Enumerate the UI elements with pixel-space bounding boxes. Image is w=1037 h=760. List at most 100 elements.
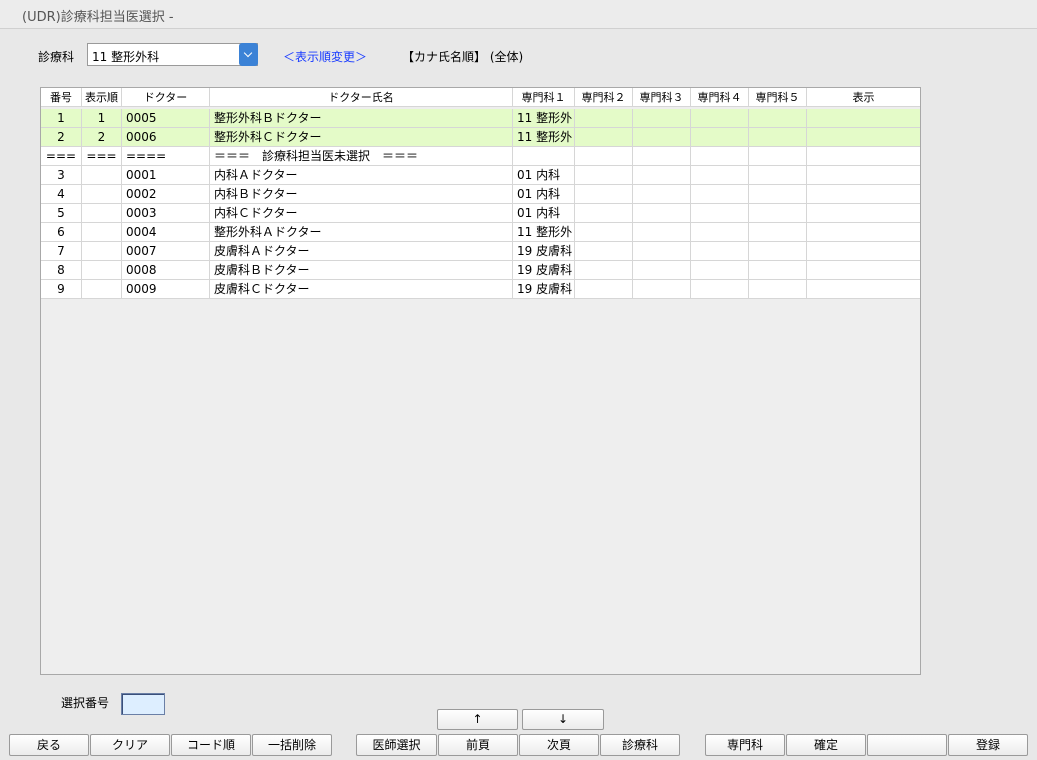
cell-specialty-4 — [691, 166, 749, 185]
scroll-down-button[interactable]: ↓ — [522, 709, 604, 730]
cell-row-number: 2 — [41, 128, 82, 147]
cell-specialty-2 — [575, 261, 633, 280]
cell-row-number: === — [41, 147, 82, 166]
cell-specialty-5 — [749, 223, 807, 242]
column-header-specialty-5[interactable]: 専門科５ — [749, 88, 807, 107]
cell-specialty-5 — [749, 242, 807, 261]
cell-display-order: 1 — [82, 109, 122, 128]
confirm-button[interactable]: 確定 — [786, 734, 866, 756]
table-row[interactable]: 7 0007 皮膚科Ａドクター 19 皮膚科 — [41, 242, 920, 261]
cell-specialty-4 — [691, 280, 749, 299]
doctor-select-button[interactable]: 医師選択 — [356, 734, 437, 756]
cell-specialty-5 — [749, 185, 807, 204]
cell-specialty-5 — [749, 109, 807, 128]
cell-specialty-4 — [691, 185, 749, 204]
cell-specialty-3 — [633, 280, 691, 299]
column-header-specialty-2[interactable]: 専門科２ — [575, 88, 633, 107]
cell-specialty-3 — [633, 223, 691, 242]
cell-specialty-3 — [633, 204, 691, 223]
table-row[interactable]: 6 0004 整形外科Ａドクター 11 整形外 — [41, 223, 920, 242]
cell-specialty-3 — [633, 185, 691, 204]
cell-doctor-name: 皮膚科Ｂドクター — [210, 261, 513, 280]
cell-specialty-2 — [575, 204, 633, 223]
sort-info: 【カナ氏名順】 (全体) — [402, 50, 524, 64]
cell-row-number: 1 — [41, 109, 82, 128]
scroll-up-button[interactable]: ↑ — [437, 709, 518, 730]
column-header-specialty-1[interactable]: 専門科１ — [513, 88, 575, 107]
cell-doctor-code: ==== — [122, 147, 210, 166]
cell-doctor-name: 皮膚科Ａドクター — [210, 242, 513, 261]
selection-number-label: 選択番号 — [61, 696, 110, 710]
next-page-button[interactable]: 次頁 — [519, 734, 599, 756]
cell-doctor-code: 0007 — [122, 242, 210, 261]
back-button[interactable]: 戻る — [9, 734, 89, 756]
cell-specialty-4 — [691, 204, 749, 223]
cell-specialty-5 — [749, 147, 807, 166]
register-button[interactable]: 登録 — [948, 734, 1028, 756]
cell-specialty-5 — [749, 128, 807, 147]
column-header-row-number[interactable]: 番号 — [41, 88, 82, 107]
department-select-value: 11 整形外科 — [92, 50, 160, 64]
department-label: 診療科 — [38, 50, 75, 64]
column-header-display-order[interactable]: 表示順 — [82, 88, 122, 107]
column-header-specialty-3[interactable]: 専門科３ — [633, 88, 691, 107]
cell-specialty-4 — [691, 242, 749, 261]
cell-specialty-3 — [633, 242, 691, 261]
cell-doctor-name: 整形外科Ｃドクター — [210, 128, 513, 147]
table-row[interactable]: 8 0008 皮膚科Ｂドクター 19 皮膚科 — [41, 261, 920, 280]
cell-doctor-code: 0001 — [122, 166, 210, 185]
table-row[interactable]: 1 1 0005 整形外科Ｂドクター 11 整形外 — [41, 109, 920, 128]
column-header-doctor-name[interactable]: ドクター氏名 — [210, 88, 513, 107]
selection-number-input[interactable] — [121, 693, 165, 715]
code-order-button[interactable]: コード順 — [171, 734, 251, 756]
cell-display-flag — [807, 242, 920, 261]
clear-button[interactable]: クリア — [90, 734, 170, 756]
table-row[interactable]: === === ==== ＝＝＝ 診療科担当医未選択 ＝＝＝ — [41, 147, 920, 166]
prev-page-button[interactable]: 前頁 — [438, 734, 518, 756]
cell-specialty-3 — [633, 109, 691, 128]
table-row[interactable]: 4 0002 内科Ｂドクター 01 内科 — [41, 185, 920, 204]
cell-specialty-2 — [575, 280, 633, 299]
cell-display-flag — [807, 128, 920, 147]
cell-doctor-code: 0003 — [122, 204, 210, 223]
cell-doctor-code: 0002 — [122, 185, 210, 204]
table-row[interactable]: 3 0001 内科Ａドクター 01 内科 — [41, 166, 920, 185]
cell-specialty-5 — [749, 204, 807, 223]
blank-button[interactable] — [867, 734, 947, 756]
cell-display-order — [82, 280, 122, 299]
cell-doctor-name: 皮膚科Ｃドクター — [210, 280, 513, 299]
cell-doctor-name: 整形外科Ａドクター — [210, 223, 513, 242]
cell-specialty-1: 01 内科 — [513, 204, 575, 223]
cell-specialty-1: 11 整形外 — [513, 223, 575, 242]
cell-specialty-1 — [513, 147, 575, 166]
dropdown-button[interactable] — [239, 43, 258, 66]
window-title: (UDR)診療科担当医選択 - — [22, 10, 174, 25]
chevron-down-icon — [243, 48, 253, 58]
bulk-delete-button[interactable]: 一括削除 — [252, 734, 332, 756]
cell-display-order: === — [82, 147, 122, 166]
table-row[interactable]: 5 0003 内科Ｃドクター 01 内科 — [41, 204, 920, 223]
specialty-button[interactable]: 専門科 — [705, 734, 785, 756]
cell-display-flag — [807, 223, 920, 242]
column-header-display-flag[interactable]: 表示 — [807, 88, 920, 107]
cell-row-number: 9 — [41, 280, 82, 299]
cell-specialty-1: 01 内科 — [513, 185, 575, 204]
table-row[interactable]: 2 2 0006 整形外科Ｃドクター 11 整形外 — [41, 128, 920, 147]
cell-display-order: 2 — [82, 128, 122, 147]
cell-specialty-1: 19 皮膚科 — [513, 261, 575, 280]
cell-row-number: 3 — [41, 166, 82, 185]
column-header-doctor-code[interactable]: ドクター — [122, 88, 210, 107]
cell-display-flag — [807, 147, 920, 166]
cell-display-flag — [807, 204, 920, 223]
cell-display-flag — [807, 280, 920, 299]
table-row[interactable]: 9 0009 皮膚科Ｃドクター 19 皮膚科 — [41, 280, 920, 299]
cell-specialty-2 — [575, 109, 633, 128]
cell-specialty-1: 11 整形外 — [513, 109, 575, 128]
cell-specialty-4 — [691, 147, 749, 166]
change-order-link[interactable]: ＜表示順変更＞ — [283, 48, 367, 65]
department-select[interactable]: 11 整形外科 — [87, 43, 258, 66]
cell-display-order — [82, 166, 122, 185]
cell-row-number: 6 — [41, 223, 82, 242]
department-button[interactable]: 診療科 — [600, 734, 680, 756]
column-header-specialty-4[interactable]: 専門科４ — [691, 88, 749, 107]
